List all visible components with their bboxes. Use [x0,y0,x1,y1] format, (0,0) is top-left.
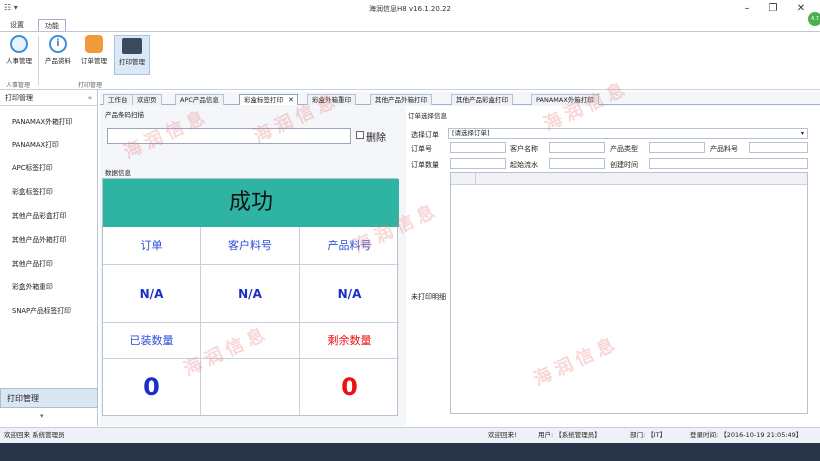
create-time-field[interactable] [649,158,808,169]
barcode-input[interactable] [107,128,351,144]
sidebar-item-apc-label[interactable]: APC标签打印 [12,162,53,172]
sidebar-item-carton-reprint[interactable]: 彩盒外箱重印 [12,281,53,291]
tab-welcome[interactable]: 欢迎页 [132,94,162,105]
ribbon-tabs: 设置 功能 [0,18,820,32]
ribbon-group-personnel: 人事管理 [6,82,31,89]
product-part-label: 产品料号 [327,239,372,252]
ribbon: 人事管理 i 产品资料 订单管理 打印管理 人事管理 打印管理 [0,31,820,90]
taskbar [0,443,820,461]
customer-part-label: 客户料号 [228,239,272,252]
sidebar-item-other-print[interactable]: 其他产品打印 [12,258,53,268]
create-time-label: 创建时间 [610,161,638,169]
data-panel-title: 数据信息 [105,169,131,177]
main-area: 工作台 欢迎页 APC产品信息 彩盒标签打印 ✕ 彩盒外箱重印 其他产品外箱打印… [100,77,820,426]
product-part-value: N/A [337,287,362,301]
product-type-label: 产品类型 [610,145,638,153]
delete-checkbox[interactable] [356,131,364,139]
sidebar-item-panamax-print[interactable]: PANAMAX打印 [12,139,59,149]
unprinted-grid[interactable] [450,172,808,414]
close-tab-icon[interactable]: ✕ [288,95,294,105]
minimize-button[interactable]: – [736,2,758,16]
product-part-no-label: 产品料号 [710,145,738,153]
order-panel-title: 订单选择信息 [408,112,447,120]
tab-other-colorbox[interactable]: 其他产品彩盒打印 [451,94,513,105]
product-part-no-field[interactable] [749,142,808,153]
sidebar-item-colorbox-label[interactable]: 彩盒标签打印 [12,186,53,196]
users-icon [10,35,28,53]
print-management-button[interactable]: 打印管理 [114,35,150,75]
title-bar: ☷ ▾ 海润信息H8 v16.1.20.22 – ❐ ✕ 4.7 [0,0,820,26]
product-type-field[interactable] [649,142,705,153]
window-title: 海润信息H8 v16.1.20.22 [369,5,451,13]
sidebar-item-other-carton[interactable]: 其他产品外箱打印 [12,234,66,244]
sidebar-nav-print-management[interactable]: 打印管理 [0,388,98,408]
start-serial-field[interactable] [549,158,605,169]
order-select[interactable]: [请选择订单] ▾ [448,128,808,139]
sidebar: 打印管理 « PANAMAX外箱打印 PANAMAX打印 APC标签打印 彩盒标… [0,90,98,426]
sidebar-expand-icon[interactable]: ▾ [40,412,44,420]
tab-panamax-carton[interactable]: PANAMAX外箱打印 [531,94,599,105]
customer-name-field[interactable] [549,142,605,153]
remaining-qty-label: 剩余数量 [327,334,372,347]
dropdown-arrow-icon: ▾ [800,130,804,137]
data-grid: 成功 订单 客户料号 产品料号 N/A N/A N/A 已装数量 剩余数量 0 … [102,178,399,416]
printer-icon [122,38,142,54]
order-management-button[interactable]: 订单管理 [78,35,110,75]
product-info-button[interactable]: i 产品资料 [42,35,74,75]
status-left: 欢迎回来 系统管理员 [4,431,65,439]
collapse-icon[interactable]: « [88,92,92,105]
customer-name-label: 客户名称 [510,145,538,153]
grid-header [451,173,807,185]
order-qty-field[interactable] [450,158,506,169]
sidebar-item-other-colorbox[interactable]: 其他产品彩盒打印 [12,210,66,220]
tab-apc-info[interactable]: APC产品信息 [175,94,224,105]
sidebar-header: 打印管理 « [0,92,98,106]
status-banner: 成功 [103,179,399,227]
select-order-label: 选择订单 [411,131,439,139]
unprinted-label: 未打印明细 [411,293,446,301]
packed-qty-label: 已装数量 [129,334,174,347]
order-no-field[interactable] [450,142,506,153]
document-tabs: 工作台 欢迎页 APC产品信息 彩盒标签打印 ✕ 彩盒外箱重印 其他产品外箱打印… [100,92,820,105]
tab-colorbox-label-print[interactable]: 彩盒标签打印 ✕ [239,94,298,105]
order-value: N/A [139,287,164,301]
order-qty-label: 订单数量 [411,161,439,169]
status-login-time: 登录时间: 【2016-10-19 21:05:49】 [690,431,803,439]
tab-carton-reprint[interactable]: 彩盒外箱重印 [307,94,356,105]
remaining-qty-value: 0 [341,373,358,401]
ribbon-group-print: 打印管理 [78,82,103,89]
info-icon: i [49,35,67,53]
order-panel: 订单选择信息 选择订单 [请选择订单] ▾ 订单号 客户名称 产品类型 产品料号… [406,106,820,426]
grid-header-divider [475,173,476,185]
status-bar: 欢迎回来 系统管理员 欢迎回来! 用户: 【系统管理员】 部门: 【IT】 登录… [0,427,820,443]
sidebar-item-panamax-carton[interactable]: PANAMAX外箱打印 [12,116,72,126]
ribbon-separator [38,36,39,86]
scan-panel-title: 产品条码扫描 [105,111,144,119]
order-icon [85,35,103,53]
order-no-label: 订单号 [411,145,432,153]
customer-part-value: N/A [238,287,262,301]
packed-qty-value: 0 [143,373,160,401]
status-dept: 部门: 【IT】 [630,431,667,439]
tab-workbench[interactable]: 工作台 [103,94,133,105]
start-serial-label: 起始流水 [510,161,538,169]
delete-label: 删除 [366,133,386,144]
status-welcome: 欢迎回来! [488,431,517,439]
personnel-button[interactable]: 人事管理 [4,35,34,75]
maximize-button[interactable]: ❐ [762,2,784,16]
order-label: 订单 [140,239,163,252]
status-user: 用户: 【系统管理员】 [538,431,601,439]
tab-other-carton[interactable]: 其他产品外箱打印 [370,94,432,105]
sidebar-item-snap-label[interactable]: SNAP产品标签打印 [12,305,71,315]
